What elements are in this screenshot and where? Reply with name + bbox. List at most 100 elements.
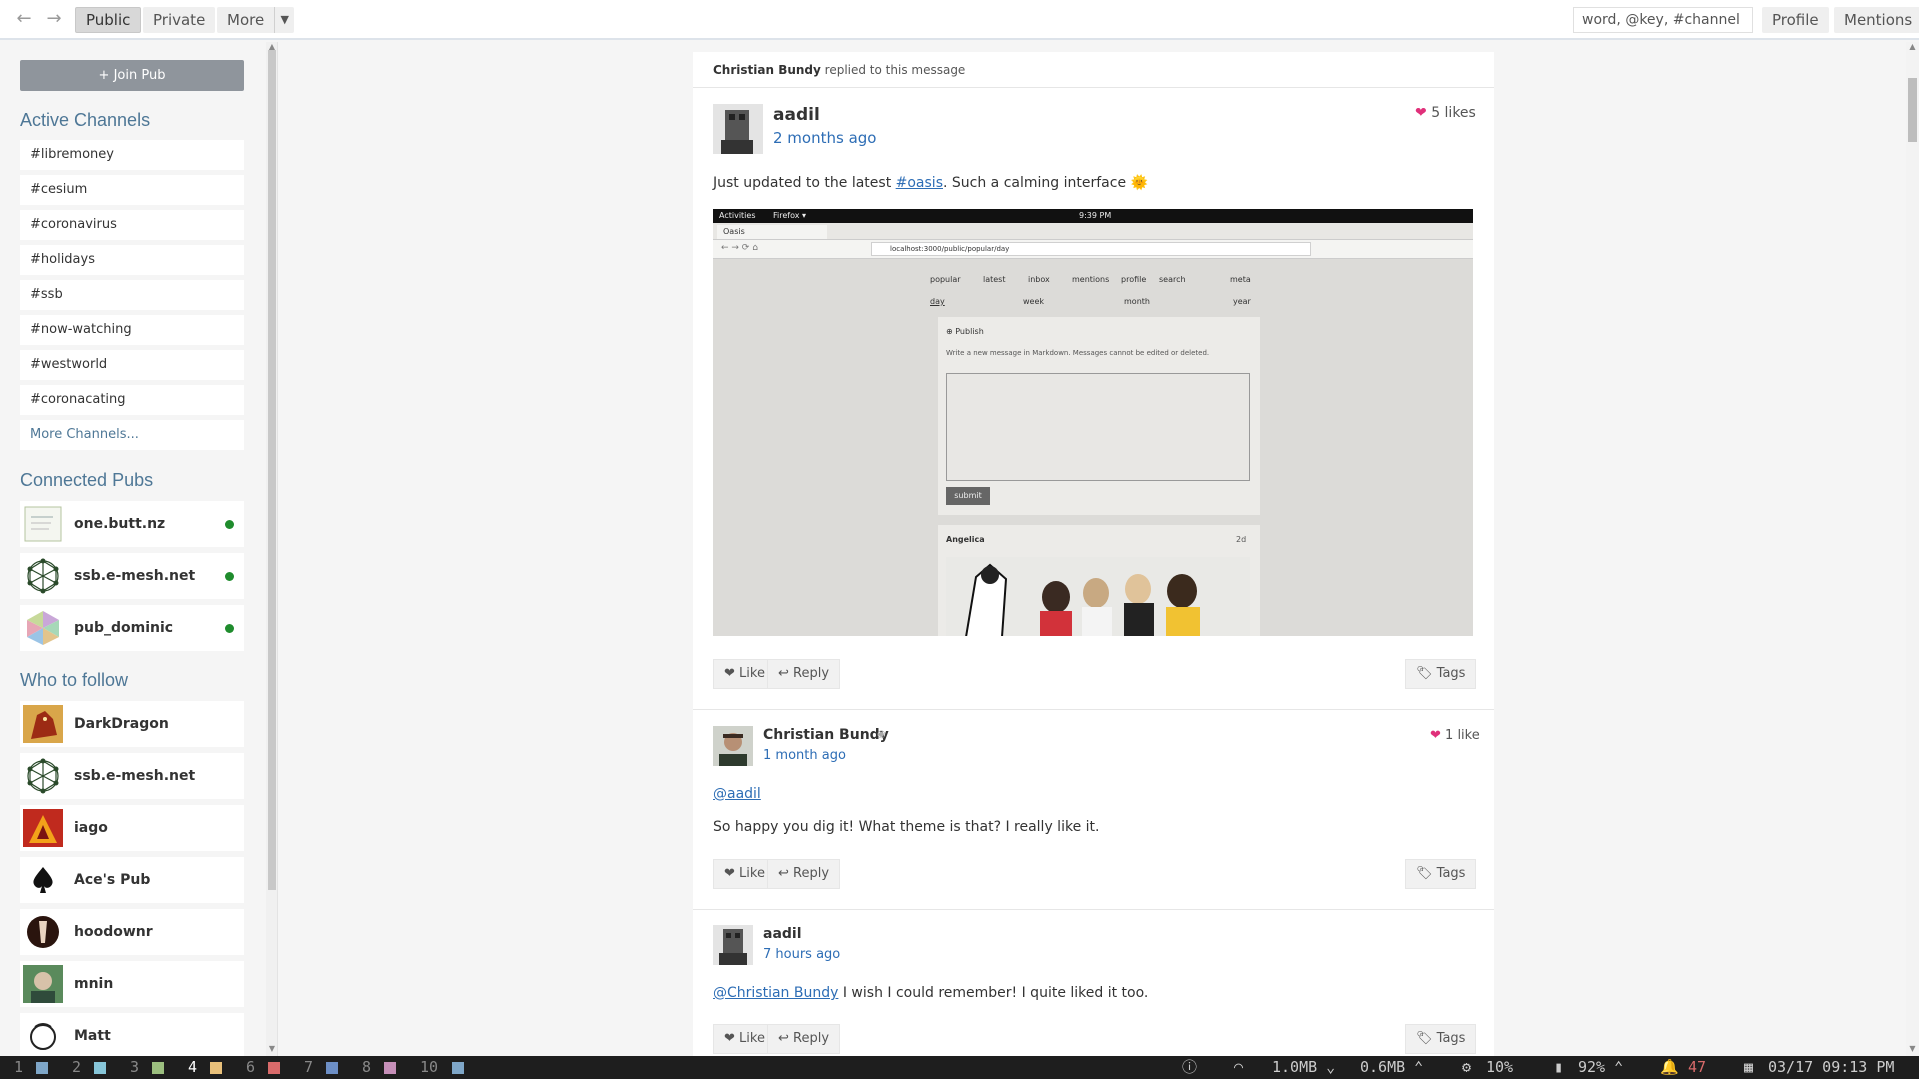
workspace-indicator-icon: [326, 1062, 338, 1074]
sidebar-scrollbar[interactable]: ▲ ▼: [266, 42, 277, 1056]
follow-suggestion[interactable]: Ace's Pub: [20, 857, 244, 903]
channel-item[interactable]: #cesium: [20, 175, 244, 205]
info-icon[interactable]: ⓘ: [1182, 1056, 1197, 1079]
follow-suggestion[interactable]: iago: [20, 805, 244, 851]
reply-author[interactable]: Christian Bundy: [763, 727, 889, 743]
like-count-label: 1 like: [1445, 728, 1480, 743]
channel-item[interactable]: #holidays: [20, 245, 244, 275]
reply-body: @Christian Bundy I wish I could remember…: [713, 985, 1148, 1001]
author-avatar[interactable]: [713, 104, 763, 154]
reply-timestamp[interactable]: 1 month ago: [763, 748, 846, 763]
tags-button[interactable]: 🏷 Tags: [1405, 859, 1477, 889]
reply-mention: @aadil: [713, 786, 761, 802]
reply-author[interactable]: aadil: [763, 926, 802, 942]
message-divider: [693, 709, 1494, 710]
pub-item[interactable]: pub_dominic: [20, 605, 244, 651]
follow-suggestion[interactable]: ssb.e-mesh.net: [20, 753, 244, 799]
channel-item[interactable]: #ssb: [20, 280, 244, 310]
tab-private[interactable]: Private: [143, 7, 216, 33]
scroll-down-icon[interactable]: ▼: [1906, 1044, 1919, 1053]
workspace-indicator-icon: [210, 1062, 222, 1074]
workspace-2[interactable]: 2: [72, 1056, 81, 1079]
wifi-icon[interactable]: ◠: [1234, 1056, 1243, 1079]
author-avatar[interactable]: [713, 925, 753, 965]
forward-arrow-icon[interactable]: →: [44, 9, 64, 29]
follow-suggestion[interactable]: Matt: [20, 1013, 244, 1056]
online-status-icon: [225, 624, 234, 633]
post-author[interactable]: aadil: [773, 105, 820, 125]
mentions-button[interactable]: Mentions: [1834, 7, 1919, 33]
message-divider: [693, 909, 1494, 910]
embedded-post-card: Angelica 2d: [938, 525, 1260, 636]
embedded-nav-item: profile: [1121, 275, 1147, 284]
embedded-period: month: [1124, 297, 1150, 306]
firefox-label: Firefox ▾: [773, 211, 807, 220]
datetime[interactable]: 03/17 09:13 PM: [1768, 1056, 1894, 1079]
browser-url: localhost:3000/public/popular/day: [871, 242, 1311, 256]
follow-suggestion[interactable]: DarkDragon: [20, 701, 244, 747]
page-scrollbar-thumb[interactable]: [1908, 78, 1917, 142]
channel-item[interactable]: #coronavirus: [20, 210, 244, 240]
channel-item[interactable]: #westworld: [20, 350, 244, 380]
reply-button[interactable]: ↩ Reply: [767, 1024, 841, 1054]
pub-avatar: [23, 505, 63, 543]
cpu-icon: ⚙: [1462, 1058, 1472, 1076]
channel-item[interactable]: #coronacating: [20, 385, 244, 415]
workspace-4[interactable]: 4: [188, 1056, 197, 1079]
follow-suggestion[interactable]: hoodownr: [20, 909, 244, 955]
tab-public[interactable]: Public: [75, 7, 142, 33]
join-pub-button[interactable]: + Join Pub: [20, 60, 244, 91]
more-label: More: [227, 11, 265, 29]
scroll-down-icon[interactable]: ▼: [266, 1044, 277, 1053]
page-scrollbar[interactable]: ▲ ▼: [1906, 42, 1919, 1056]
reply-button[interactable]: ↩ Reply: [767, 859, 841, 889]
channel-item[interactable]: #libremoney: [20, 140, 244, 170]
like-count: ❤ 5 likes: [1415, 105, 1476, 121]
author-avatar[interactable]: [713, 726, 753, 766]
embedded-screenshot[interactable]: Activities Firefox ▾ 9:39 PM Oasis ← → ⟳…: [713, 209, 1473, 636]
more-channels-link[interactable]: More Channels...: [20, 420, 244, 450]
post-timestamp[interactable]: 2 months ago: [773, 129, 876, 147]
browser-nav-icon: ← → ⟳ ⌂: [721, 243, 758, 253]
pub-item[interactable]: ssb.e-mesh.net: [20, 553, 244, 599]
back-arrow-icon[interactable]: ←: [14, 9, 34, 29]
pub-item[interactable]: one.butt.nz: [20, 501, 244, 547]
workspace-3[interactable]: 3: [130, 1056, 139, 1079]
scroll-up-icon[interactable]: ▲: [1906, 42, 1919, 51]
bell-icon[interactable]: 🔔: [1660, 1056, 1679, 1079]
search-input[interactable]: [1573, 7, 1753, 33]
notification-count[interactable]: 47: [1688, 1056, 1706, 1079]
workspace-1[interactable]: 1: [14, 1056, 23, 1079]
follow-suggestion[interactable]: mnin: [20, 961, 244, 1007]
channel-item[interactable]: #now-watching: [20, 315, 244, 345]
chevron-down-icon[interactable]: ▼: [274, 7, 294, 33]
embedded-card-author: Angelica: [946, 535, 985, 544]
embedded-nav-item: popular: [930, 275, 961, 284]
embedded-publish-panel: ⊕ Publish Write a new message in Markdow…: [938, 317, 1260, 515]
embedded-period: year: [1233, 297, 1251, 306]
embedded-period: day: [930, 297, 945, 306]
workspace-7[interactable]: 7: [304, 1056, 313, 1079]
sidebar-scrollbar-thumb[interactable]: [268, 50, 276, 890]
reply-body: So happy you dig it! What theme is that?…: [713, 819, 1100, 835]
reply-timestamp[interactable]: 7 hours ago: [763, 947, 840, 962]
battery-level: 92% ⌃: [1578, 1058, 1624, 1076]
follow-name: mnin: [74, 976, 114, 992]
profile-button[interactable]: Profile: [1762, 7, 1829, 33]
workspace-8[interactable]: 8: [362, 1056, 371, 1079]
network-down: 1.0MB ⌄: [1272, 1058, 1336, 1076]
workspace-6[interactable]: 6: [246, 1056, 255, 1079]
hashtag-link[interactable]: #oasis: [896, 175, 943, 191]
post-text: Just updated to the latest: [713, 175, 896, 191]
follow-name: Matt: [74, 1028, 111, 1044]
pub-name: one.butt.nz: [74, 516, 166, 532]
reply-banner-author[interactable]: Christian Bundy: [713, 63, 821, 77]
mention-link[interactable]: @Christian Bundy: [713, 985, 838, 1001]
battery-level-value: 92%: [1578, 1058, 1606, 1076]
workspace-10[interactable]: 10: [420, 1056, 438, 1079]
more-menu-button[interactable]: More ▼: [217, 7, 295, 33]
tags-button[interactable]: 🏷 Tags: [1405, 1024, 1477, 1054]
reply-button[interactable]: ↩ Reply: [767, 659, 841, 689]
mention-link[interactable]: @aadil: [713, 786, 761, 802]
tags-button[interactable]: 🏷 Tags: [1405, 659, 1477, 689]
